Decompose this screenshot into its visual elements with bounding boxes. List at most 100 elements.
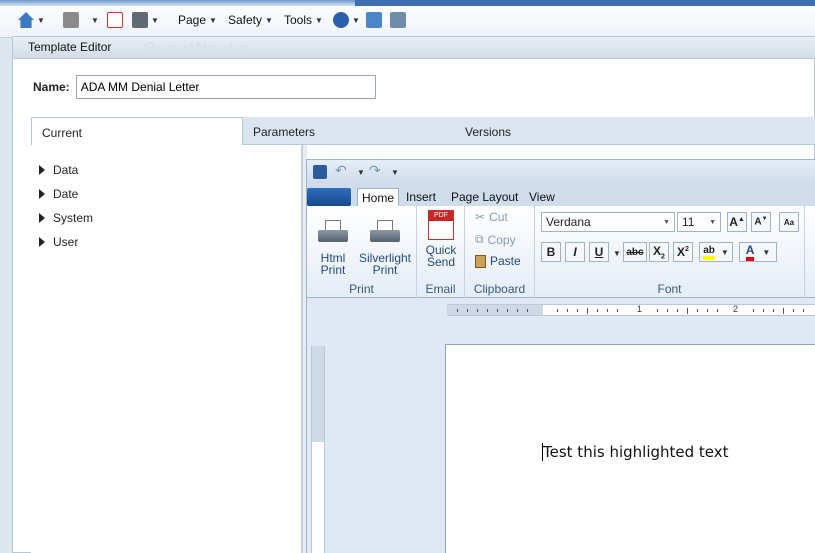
superscript-button[interactable]: X2 [673, 242, 693, 262]
italic-icon: I [573, 245, 577, 259]
silverlight-print-button[interactable]: Silverlight Print [355, 220, 415, 276]
chevron-down-icon[interactable]: ▼ [357, 168, 365, 177]
ruler-tick [717, 309, 718, 312]
document-text[interactable]: Test this highlighted text [542, 443, 729, 461]
ribbon: Html Print Silverlight Print Print PDF Q… [307, 206, 815, 298]
page-menu[interactable]: Page ▼ [178, 10, 217, 30]
copy-button[interactable]: ⧉ Copy [475, 232, 516, 247]
quick-send-button[interactable]: PDF Quick Send [421, 210, 461, 268]
strikethrough-button[interactable]: abc [623, 242, 647, 262]
shrink-font-button[interactable]: A▼ [751, 212, 771, 232]
ruler-number: 1 [637, 304, 643, 314]
bold-button[interactable]: B [541, 242, 561, 262]
cut-button[interactable]: ✂ Cut [475, 210, 508, 224]
expand-arrow-icon[interactable] [39, 189, 45, 199]
expand-arrow-icon[interactable] [39, 213, 45, 223]
tree-node-label: System [53, 211, 94, 225]
chevron-down-icon: ▼ [663, 219, 670, 226]
clear-formatting-button[interactable]: Aa [779, 212, 799, 232]
page-menu-label: Page [178, 13, 207, 27]
font-size-select[interactable]: 11 ▼ [677, 212, 721, 232]
watermark-logo: CaseWorks [143, 39, 250, 59]
expand-arrow-icon[interactable] [39, 237, 45, 247]
ruler-tick [517, 309, 518, 312]
highlight-color-button[interactable]: ab ▼ [699, 242, 733, 262]
ruler-tick [457, 309, 458, 312]
feeds-button[interactable]: ▼ [63, 10, 99, 30]
save-icon[interactable] [313, 165, 327, 179]
subscript-icon: X2 [653, 243, 665, 261]
ruler-tick [707, 309, 708, 312]
help-menu[interactable]: ▼ [333, 10, 360, 30]
ruler-tick [567, 309, 568, 312]
tree-node-user[interactable]: User [39, 235, 78, 249]
undo-icon[interactable]: ↶ [335, 162, 347, 179]
clipboard-group-label: Clipboard [473, 282, 526, 296]
research-button[interactable] [366, 10, 382, 30]
ruler-number: 2 [733, 304, 739, 314]
redo-icon[interactable]: ↷ [369, 162, 381, 179]
print-menu-button[interactable]: ▼ [132, 10, 159, 30]
messenger-button[interactable] [390, 10, 406, 30]
chevron-down-icon: ▼ [37, 15, 45, 25]
tab-parameters[interactable]: Parameters [243, 117, 325, 145]
ruler-tick [687, 308, 688, 314]
highlighter-icon: ab [703, 245, 715, 260]
tree-node-date[interactable]: Date [39, 187, 78, 201]
tree-node-system[interactable]: System [39, 211, 93, 225]
chevron-down-icon: ▼ [209, 15, 217, 25]
tree-node-data[interactable]: Data [39, 163, 78, 177]
quick-send-label-2: Send [426, 255, 456, 269]
superscript-icon: X2 [677, 245, 689, 259]
chevron-down-icon: ▼ [762, 247, 771, 257]
tree-node-label: Date [53, 187, 79, 201]
rich-text-editor: ↶ ▼ ↷ ▼ Home Insert Page Layout View Htm… [306, 159, 815, 553]
tab-current[interactable]: Current [31, 117, 243, 146]
bold-icon: B [546, 245, 556, 259]
tab-strip: Current Parameters Versions [31, 117, 815, 146]
messenger-icon [390, 12, 406, 28]
ruler-tick [507, 309, 508, 312]
document-page[interactable]: Test this highlighted text [445, 344, 815, 553]
italic-button[interactable]: I [565, 242, 585, 262]
font-color-button[interactable]: A ▼ [739, 242, 777, 262]
tools-menu[interactable]: Tools ▼ [284, 10, 323, 30]
ribbon-tab-insert[interactable]: Insert [402, 188, 440, 206]
scissors-icon: ✂ [475, 210, 486, 224]
ruler-margin [312, 346, 324, 442]
rss-icon [63, 12, 79, 28]
ruler-tick [607, 309, 608, 312]
read-mail-button[interactable] [107, 10, 123, 30]
ribbon-tab-view[interactable]: View [525, 188, 559, 206]
underline-icon: U [594, 245, 604, 259]
tab-versions[interactable]: Versions [455, 117, 521, 145]
printer-icon [318, 220, 348, 246]
tree-node-label: User [53, 235, 79, 249]
font-group: Verdana ▼ 11 ▼ A▲ A▼ Aa B I U ▼ abc X2 X2 … [535, 206, 805, 298]
ribbon-tab-home[interactable]: Home [357, 188, 400, 206]
underline-button[interactable]: U [589, 242, 609, 262]
font-family-select[interactable]: Verdana ▼ [541, 212, 675, 232]
chevron-down-icon[interactable]: ▼ [391, 168, 399, 177]
safety-menu[interactable]: Safety ▼ [228, 10, 273, 30]
vertical-ruler [311, 346, 325, 553]
html-print-button[interactable]: Html Print [311, 220, 355, 276]
home-button[interactable]: ▼ [18, 10, 45, 30]
window-title: Template Editor [28, 40, 112, 54]
expand-arrow-icon[interactable] [39, 165, 45, 175]
chevron-down-icon[interactable]: ▼ [613, 249, 621, 258]
silverlight-print-label-2: Print [372, 263, 398, 277]
application-menu-button[interactable] [307, 188, 351, 206]
ruler-tick [803, 309, 804, 312]
ribbon-tab-page-layout[interactable]: Page Layout [447, 188, 522, 206]
clipboard-group: ✂ Cut ⧉ Copy Paste Clipboard [465, 206, 535, 298]
grow-font-button[interactable]: A▲ [727, 212, 747, 232]
subscript-button[interactable]: X2 [649, 242, 669, 262]
template-name-input[interactable] [75, 75, 376, 99]
safety-menu-label: Safety [228, 13, 263, 27]
paste-button[interactable]: Paste [475, 254, 521, 268]
copy-icon: ⧉ [475, 232, 484, 246]
print-group-label: Print [349, 282, 374, 296]
ruler-tick [697, 309, 698, 312]
ruler-tick [557, 309, 558, 312]
